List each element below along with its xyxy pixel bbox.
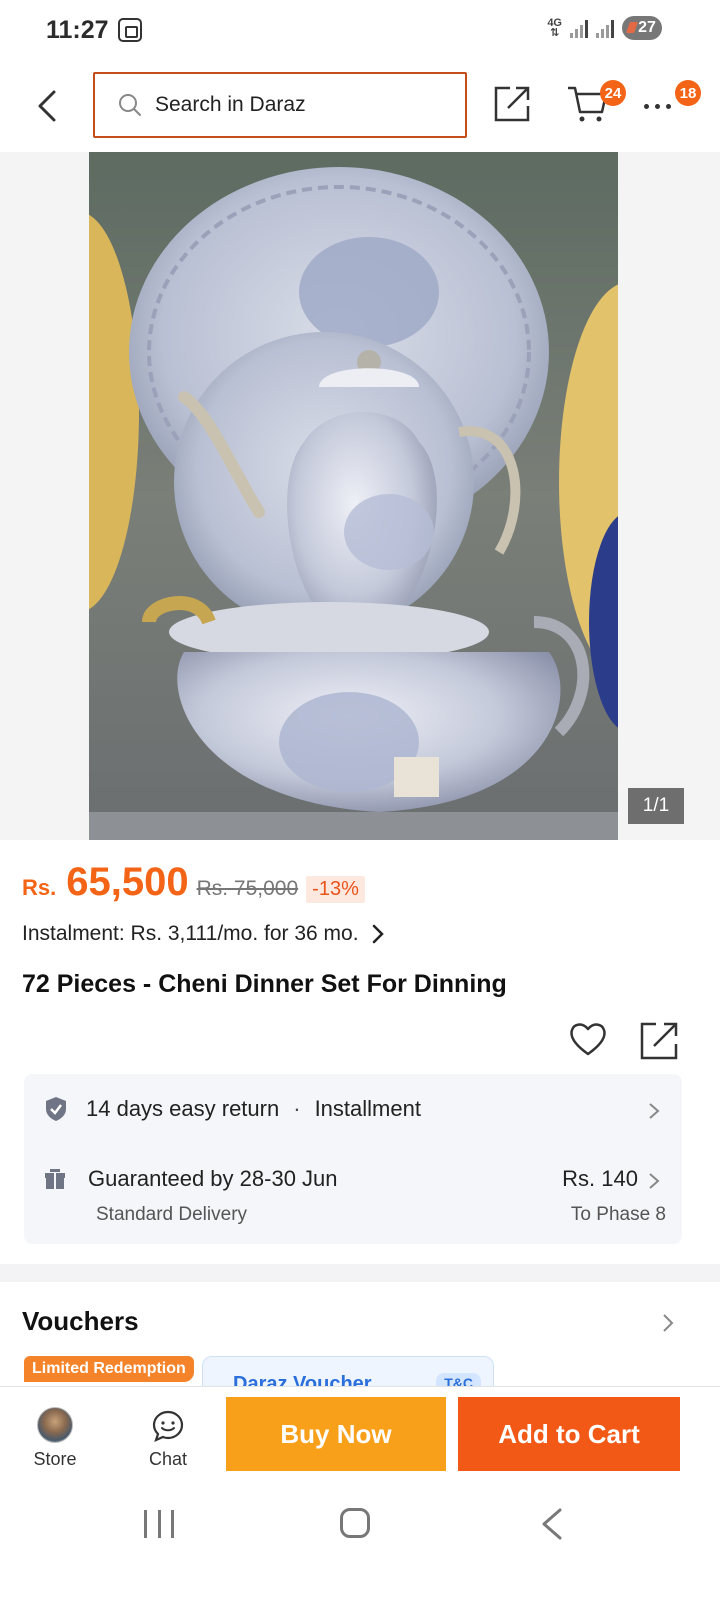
- delivery-box-icon: [45, 1169, 65, 1189]
- return-policy-row[interactable]: 14 days easy return · Installment: [44, 1096, 421, 1122]
- delivery-price: Rs. 140: [562, 1166, 638, 1191]
- search-icon: [119, 94, 141, 116]
- delivery-guarantee: Guaranteed by 28-30 Jun: [88, 1166, 338, 1191]
- instalment-link[interactable]: Instalment: Rs. 3,111/mo. for 36 mo.: [22, 922, 385, 946]
- discount-badge: -13%: [306, 876, 365, 903]
- chevron-right-icon[interactable]: [662, 1313, 674, 1333]
- shield-check-icon: [46, 1097, 66, 1121]
- notification-count-badge: 18: [675, 80, 701, 106]
- home-icon[interactable]: [340, 1508, 370, 1538]
- signal-icon: [570, 18, 588, 38]
- chevron-right-icon: [372, 924, 384, 944]
- original-price: Rs. 75,000: [196, 877, 299, 900]
- delivery-row[interactable]: Guaranteed by 28-30 Jun: [44, 1166, 338, 1192]
- price-currency: Rs.: [22, 875, 57, 900]
- return-policy-text: 14 days easy return: [86, 1096, 280, 1121]
- chat-icon: [152, 1410, 184, 1442]
- screen-record-icon: [118, 18, 142, 42]
- product-image: [89, 152, 618, 840]
- status-indicators: 4G ⇅ 27: [547, 16, 662, 40]
- search-placeholder: Search in Daraz: [155, 93, 306, 116]
- instalment-text: Instalment: Rs. 3,111/mo. for 36 mo.: [22, 922, 359, 945]
- image-counter: 1/1: [628, 788, 684, 824]
- store-button[interactable]: Store: [28, 1407, 82, 1470]
- separator-dot: ·: [293, 1096, 301, 1121]
- price-row: Rs. 65,500 Rs. 75,000 -13%: [22, 860, 365, 905]
- installment-text: Installment: [314, 1096, 421, 1121]
- current-price: 65,500: [66, 860, 189, 904]
- bottom-action-bar: Store Chat Buy Now Add to Cart: [0, 1386, 720, 1480]
- product-gallery[interactable]: 1/1: [0, 152, 720, 840]
- product-title: 72 Pieces - Cheni Dinner Set For Dinning: [22, 970, 507, 998]
- more-options-icon[interactable]: [644, 100, 678, 112]
- chevron-right-icon[interactable]: [648, 1172, 660, 1190]
- status-bar: 11:27 4G ⇅ 27: [0, 0, 720, 62]
- store-avatar: [37, 1407, 73, 1443]
- recent-apps-icon[interactable]: [144, 1510, 174, 1538]
- heart-icon[interactable]: [568, 1020, 608, 1058]
- system-navigation-bar: [0, 1480, 720, 1600]
- add-to-cart-button[interactable]: Add to Cart: [458, 1397, 680, 1471]
- service-info-card: 14 days easy return · Installment Guaran…: [24, 1074, 682, 1244]
- top-nav: Search in Daraz 24 18: [0, 62, 720, 152]
- vouchers-title: Vouchers: [22, 1306, 139, 1336]
- store-label: Store: [33, 1449, 77, 1469]
- share-icon[interactable]: [640, 1020, 680, 1060]
- status-time: 11:27: [46, 16, 109, 44]
- chevron-right-icon[interactable]: [648, 1102, 660, 1120]
- chat-button[interactable]: Chat: [138, 1409, 198, 1470]
- delivery-location: To Phase 8: [570, 1204, 666, 1225]
- network-type-label: 4G ⇅: [547, 17, 562, 39]
- system-back-icon[interactable]: [540, 1508, 564, 1540]
- limited-redemption-badge: Limited Redemption: [24, 1356, 194, 1382]
- back-arrow-icon[interactable]: [30, 86, 66, 126]
- buy-now-button[interactable]: Buy Now: [226, 1397, 446, 1471]
- battery-icon: 27: [622, 16, 662, 40]
- signal-icon-2: [596, 18, 614, 38]
- delivery-type: Standard Delivery: [96, 1204, 248, 1225]
- section-divider: [0, 1264, 720, 1282]
- chat-label: Chat: [148, 1449, 188, 1469]
- cart-count-badge: 24: [600, 80, 626, 106]
- battery-level: 27: [638, 19, 656, 36]
- share-icon[interactable]: [494, 84, 532, 124]
- search-input[interactable]: Search in Daraz: [93, 72, 467, 138]
